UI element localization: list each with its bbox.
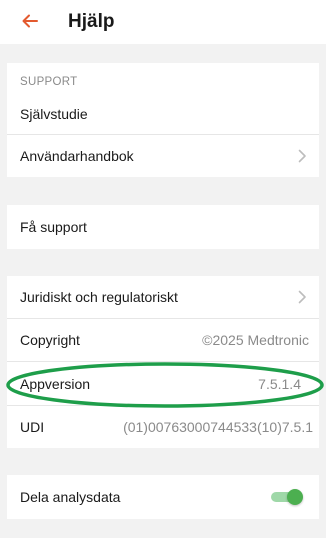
arrow-left-icon[interactable]	[21, 12, 39, 30]
copyright-value: ©2025 Medtronic	[202, 332, 309, 348]
self-study-label: Självstudie	[20, 105, 88, 122]
page-title: Hjälp	[68, 11, 115, 32]
share-analytics-row: Dela analysdata	[7, 475, 319, 519]
chevron-right-icon	[298, 290, 306, 304]
app-version-value: 7.5.1.4	[258, 375, 301, 392]
app-version-row: Appversion 7.5.1.4	[7, 362, 319, 405]
udi-row: UDI (01)00763000744533(10)7.5.1	[7, 406, 319, 448]
app-bar: Hjälp	[0, 0, 326, 44]
get-support-item[interactable]: Få support	[7, 205, 319, 249]
get-support-label: Få support	[20, 219, 87, 235]
udi-value: (01)00763000744533(10)7.5.1	[123, 419, 313, 435]
copyright-row: Copyright ©2025 Medtronic	[7, 319, 319, 361]
chevron-right-icon	[298, 149, 306, 163]
toggle-knob	[287, 489, 303, 505]
legal-regulatory-label: Juridiskt och regulatoriskt	[20, 289, 178, 305]
self-study-item[interactable]: Självstudie	[7, 93, 319, 134]
udi-label: UDI	[20, 419, 45, 435]
support-section-header: SUPPORT	[7, 63, 319, 93]
share-analytics-label: Dela analysdata	[20, 489, 121, 505]
share-analytics-toggle[interactable]	[271, 489, 303, 505]
app-version-label: Appversion	[20, 375, 91, 392]
user-manual-item[interactable]: Användarhandbok	[7, 135, 319, 177]
user-manual-label: Användarhandbok	[20, 148, 134, 164]
copyright-label: Copyright	[20, 332, 80, 348]
legal-regulatory-item[interactable]: Juridiskt och regulatoriskt	[7, 276, 319, 318]
